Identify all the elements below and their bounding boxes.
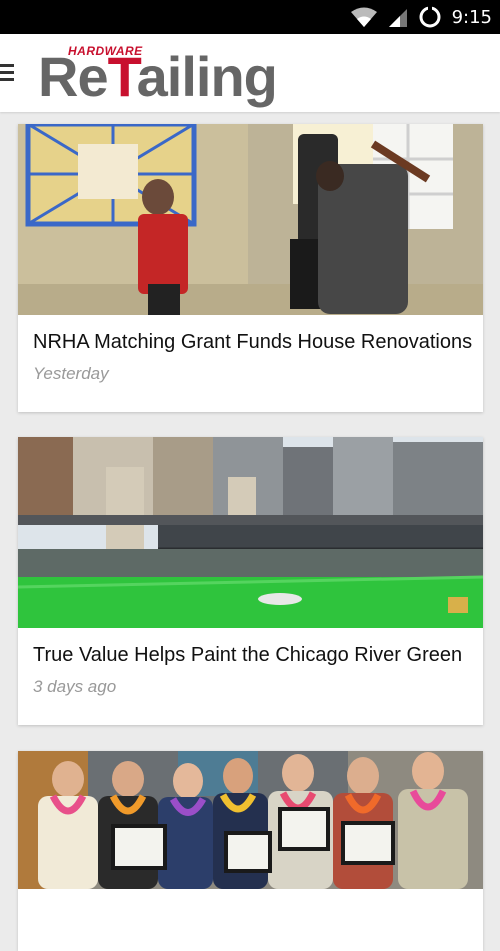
sync-icon [419, 5, 441, 28]
wifi-icon [350, 7, 377, 27]
status-time: 9:15 [451, 6, 492, 28]
article-date: 3 days ago [33, 677, 117, 696]
chicago-river-photo[interactable] [18, 437, 483, 628]
app-header: HARDWARE ReTailing [0, 34, 500, 112]
article-title[interactable]: True Value Helps Paint the Chicago River… [33, 644, 462, 667]
article-card[interactable] [18, 751, 483, 951]
article-date: Yesterday [33, 364, 109, 383]
status-icons: 9:15 [350, 0, 492, 34]
house-renovation-photo[interactable] [18, 124, 483, 315]
article-card[interactable]: True Value Helps Paint the Chicago River… [18, 437, 483, 725]
award-group-photo[interactable] [18, 751, 483, 889]
hardware-retailing-logo[interactable]: HARDWARE ReTailing [38, 44, 278, 106]
article-card[interactable]: NRHA Matching Grant Funds House Renovati… [18, 124, 483, 412]
hamburger-icon[interactable] [0, 64, 16, 84]
logo-big-text: ReTailing [38, 45, 278, 108]
cell-signal-icon [388, 9, 407, 27]
article-title[interactable]: NRHA Matching Grant Funds House Renovati… [33, 331, 472, 354]
status-bar: 9:15 [0, 0, 500, 34]
